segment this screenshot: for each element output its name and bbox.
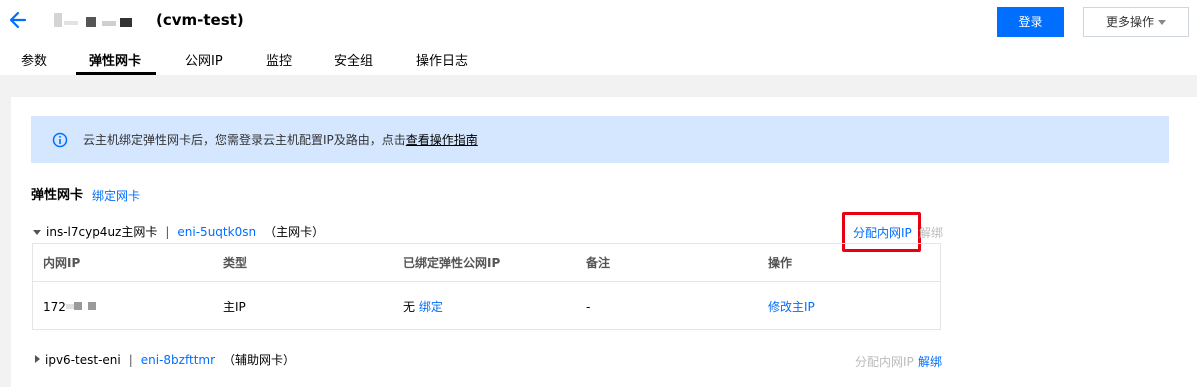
collapse-caret-icon[interactable] xyxy=(33,230,41,235)
caret-down-icon xyxy=(1158,20,1166,25)
allocate-private-ip-link[interactable]: 分配内网IP xyxy=(853,225,912,241)
allocate-private-ip-link-disabled: 分配内网IP xyxy=(855,355,914,369)
tab-operation-log[interactable]: 操作日志 xyxy=(416,52,468,72)
cell-eip-none: 无 xyxy=(403,300,416,314)
col-eip: 已绑定弹性公网IP xyxy=(403,256,501,270)
eni-primary-id-link[interactable]: eni-5uqtk0sn xyxy=(177,225,256,239)
tab-public-ip[interactable]: 公网IP xyxy=(185,52,223,72)
col-actions: 操作 xyxy=(768,256,793,270)
back-arrow-icon[interactable] xyxy=(8,9,28,31)
login-button[interactable]: 登录 xyxy=(997,7,1064,37)
notice-text: 云主机绑定弹性网卡后，您需登录云主机配置IP及路由，点击查看操作指南 xyxy=(83,132,478,148)
table-header: 内网IP 类型 已绑定弹性公网IP 备注 操作 xyxy=(33,244,940,282)
col-type: 类型 xyxy=(223,256,248,270)
redacted-instance-name xyxy=(54,13,140,27)
tab-security-group[interactable]: 安全组 xyxy=(334,52,373,72)
cell-remark: - xyxy=(586,300,591,314)
col-remark: 备注 xyxy=(586,256,611,270)
unbind-link-disabled: 解绑 xyxy=(919,226,944,240)
eni-secondary-name: ipv6-test-eni xyxy=(45,353,121,367)
unbind-eni-link[interactable]: 解绑 xyxy=(918,354,942,370)
more-actions-label: 更多操作 xyxy=(1105,15,1154,29)
eni-secondary-role: （辅助网卡） xyxy=(223,353,296,367)
more-actions-button[interactable]: 更多操作 xyxy=(1083,7,1189,37)
cell-eip: 无 绑定 xyxy=(403,300,443,314)
instance-title: (cvm-test) xyxy=(156,11,244,29)
section-title: 弹性网卡 xyxy=(31,188,84,203)
eni-primary-header: ins-l7cyp4uz主网卡 | eni-5uqtk0sn （主网卡） xyxy=(33,224,324,240)
notice-message: 云主机绑定弹性网卡后，您需登录云主机配置IP及路由，点击 xyxy=(83,133,406,147)
eni-secondary-header: ipv6-test-eni | eni-8bzfttmr （辅助网卡） xyxy=(35,352,295,368)
eni-primary-role: （主网卡） xyxy=(264,225,325,239)
modify-primary-ip-link[interactable]: 修改主IP xyxy=(768,300,815,314)
ip-table: 内网IP 类型 已绑定弹性公网IP 备注 操作 172 主IP 无 绑定 - 修… xyxy=(32,243,941,330)
bind-eni-link[interactable]: 绑定网卡 xyxy=(92,188,140,204)
operation-guide-link[interactable]: 查看操作指南 xyxy=(406,133,478,147)
bind-eip-link[interactable]: 绑定 xyxy=(419,300,443,314)
active-tab-indicator xyxy=(76,72,156,75)
col-private-ip: 内网IP xyxy=(43,256,81,270)
cell-type: 主IP xyxy=(223,300,246,314)
tab-eni[interactable]: 弹性网卡 xyxy=(89,52,141,72)
redacted-ip xyxy=(44,300,104,312)
tab-monitor[interactable]: 监控 xyxy=(266,52,292,72)
tab-params[interactable]: 参数 xyxy=(21,52,47,72)
eni-primary-instance: ins-l7cyp4uz主网卡 xyxy=(46,225,158,239)
info-icon xyxy=(52,132,68,148)
expand-caret-icon[interactable] xyxy=(35,355,40,363)
eni-secondary-id-link[interactable]: eni-8bzfttmr xyxy=(141,353,215,367)
